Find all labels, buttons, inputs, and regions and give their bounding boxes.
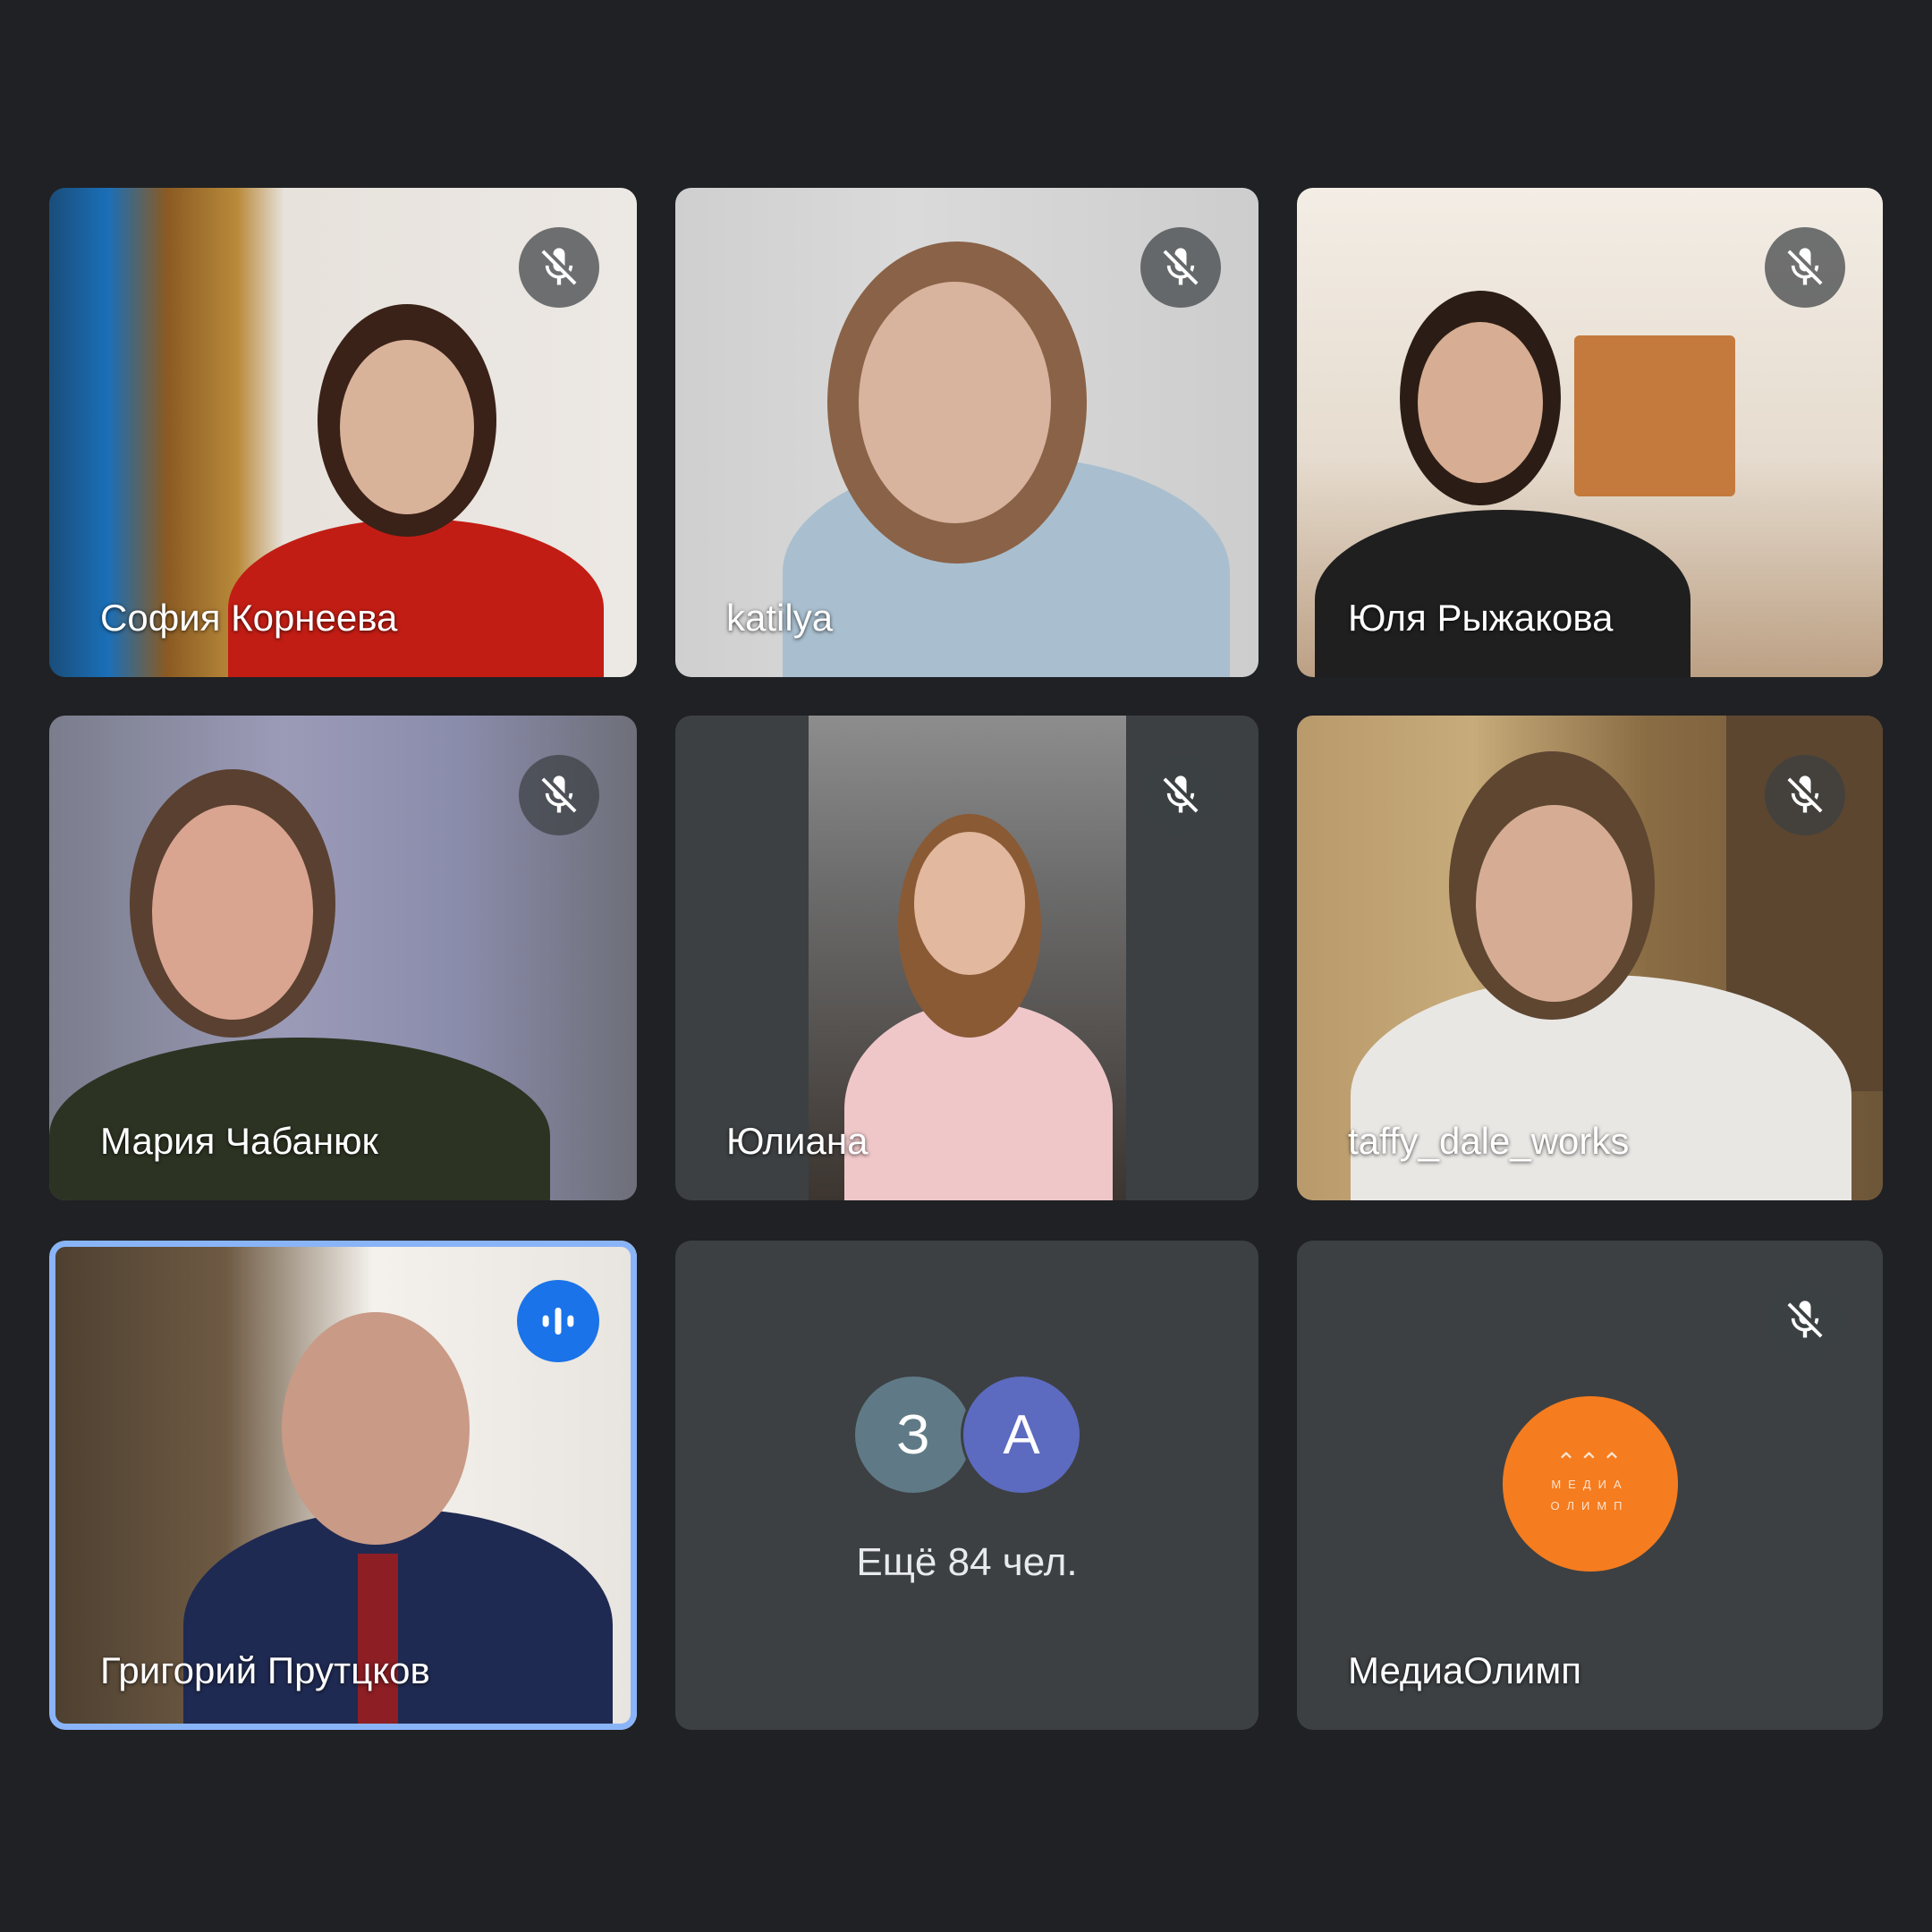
more-participants-tile[interactable]: З А Ещё 84 чел. <box>675 1241 1258 1730</box>
participant-name: Юля Рыжакова <box>1348 597 1614 639</box>
logo-text-line1: МЕДИА <box>1551 1478 1629 1491</box>
participant-name: taffy_dale_works <box>1348 1120 1630 1162</box>
participant-tile-active-speaker[interactable]: Григорий Прутцков <box>49 1241 637 1730</box>
mic-off-icon <box>1765 227 1845 308</box>
mic-off-icon <box>1140 755 1221 835</box>
participant-tile[interactable]: Мария Чабанюк <box>49 716 637 1200</box>
participant-tile[interactable]: katilya <box>675 188 1258 677</box>
participant-name: Юлиана <box>726 1120 869 1162</box>
mic-off-icon <box>1140 227 1221 308</box>
participant-tile[interactable]: Юля Рыжакова <box>1297 188 1883 677</box>
participant-tile[interactable]: София Корнеева <box>49 188 637 677</box>
participant-name: София Корнеева <box>100 597 398 639</box>
participant-name: katilya <box>726 597 834 639</box>
participant-name: Григорий Прутцков <box>100 1649 430 1691</box>
mic-off-icon <box>1765 755 1845 835</box>
participant-tile[interactable]: Юлиана <box>675 716 1258 1200</box>
participant-tile[interactable]: taffy_dale_works <box>1297 716 1883 1200</box>
participant-name: МедиаОлимп <box>1348 1649 1582 1691</box>
mic-off-icon <box>1765 1280 1845 1360</box>
mic-off-icon <box>519 755 599 835</box>
mic-off-icon <box>519 227 599 308</box>
mediaolimp-logo: ⌃⌃⌃ МЕДИА ОЛИМП <box>1502 1396 1678 1572</box>
more-participants-avatars: З А <box>855 1374 1082 1496</box>
speaking-indicator-icon <box>517 1280 599 1362</box>
video-grid: София Корнеева katilya Юля Рыжакова Мари… <box>49 188 1883 1731</box>
avatar: А <box>961 1374 1082 1496</box>
avatar: З <box>855 1377 971 1493</box>
more-participants-count: Ещё 84 чел. <box>856 1540 1078 1584</box>
participant-tile[interactable]: ⌃⌃⌃ МЕДИА ОЛИМП МедиаОлимп <box>1297 1241 1883 1730</box>
participant-name: Мария Чабанюк <box>100 1120 378 1162</box>
logo-text-line2: ОЛИМП <box>1550 1499 1630 1513</box>
mountain-icon: ⌃⌃⌃ <box>1555 1448 1624 1476</box>
